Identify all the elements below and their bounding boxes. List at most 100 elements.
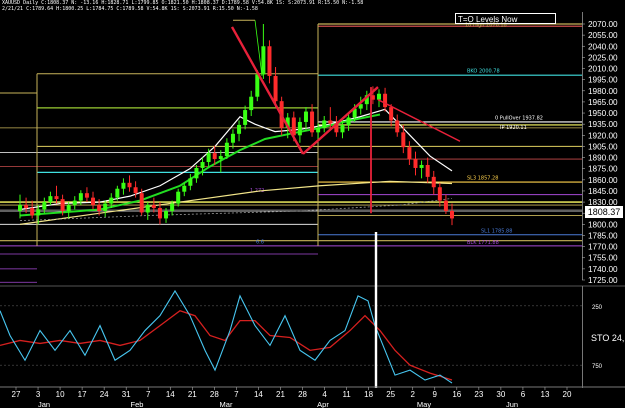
candle-body xyxy=(84,193,89,198)
candle-body xyxy=(103,203,108,211)
date-tick-label: 2 xyxy=(410,390,415,399)
date-tick-label: 30 xyxy=(496,390,505,399)
price-tick-label: 1755.00 xyxy=(588,254,618,263)
price-tick-label: 1890.00 xyxy=(588,154,618,163)
price-tick-label: 1875.00 xyxy=(588,165,618,174)
date-tick-label: 4 xyxy=(322,390,327,399)
candle-body xyxy=(322,120,327,128)
candle-body xyxy=(164,210,169,219)
candle-body xyxy=(249,96,254,111)
candle-body xyxy=(316,127,321,133)
price-tick-label: 1920.00 xyxy=(588,131,618,140)
label-sl3: SL3 1857.28 xyxy=(467,176,498,182)
label-blk: BLK 1771.88 xyxy=(467,240,499,246)
price-tick-label: 1785.00 xyxy=(588,231,618,240)
price-tick-label: 1935.00 xyxy=(588,120,618,129)
label-pivot: 0 PullOver 1937.82 xyxy=(495,115,543,121)
candle-body xyxy=(176,191,181,204)
label-ip: IP 1920.11 xyxy=(500,125,527,131)
candle-body xyxy=(431,176,436,188)
candle-body xyxy=(30,208,35,216)
date-tick-label: 7 xyxy=(146,390,151,399)
price-tick-label: 2025.00 xyxy=(588,53,618,62)
date-tick-label: 11 xyxy=(342,390,351,399)
candle-body xyxy=(243,110,248,125)
candle-body xyxy=(383,93,388,108)
candle-body xyxy=(376,93,381,100)
label-sl1: SL1 1785.88 xyxy=(481,228,512,234)
candle-body xyxy=(273,75,278,102)
candle-body xyxy=(42,202,47,210)
date-tick-label: 21 xyxy=(276,390,285,399)
month-label: Jun xyxy=(506,400,518,408)
candle-body xyxy=(157,208,162,219)
candle-body xyxy=(206,153,211,163)
price-tick-label: 2070.00 xyxy=(588,20,618,29)
price-tick-label: 1770.00 xyxy=(588,243,618,252)
candle-body xyxy=(395,120,400,133)
price-tick-label: 1845.00 xyxy=(588,187,618,196)
current-price-tag: 1808.37 xyxy=(585,206,623,218)
osc-axis-line xyxy=(582,286,583,388)
price-tick-label: 1995.00 xyxy=(588,76,618,85)
candle-body xyxy=(261,46,266,75)
date-tick-label: 16 xyxy=(452,390,461,399)
month-label: Apr xyxy=(317,400,329,408)
candle-body xyxy=(218,156,223,160)
candle-body xyxy=(170,203,175,211)
candle-body xyxy=(413,159,418,168)
candle-body xyxy=(267,46,272,76)
date-tick-label: 9 xyxy=(433,390,438,399)
date-tick-label: 14 xyxy=(166,390,175,399)
date-tick-label: 28 xyxy=(210,390,219,399)
candle-body xyxy=(443,200,448,211)
price-tick-label: 1860.00 xyxy=(588,176,618,185)
label-bko: BKO 2000.78 xyxy=(467,69,500,75)
price-tick-label: 1800.00 xyxy=(588,220,618,229)
candle-body xyxy=(151,205,156,209)
date-tick-label: 23 xyxy=(474,390,483,399)
candle-body xyxy=(303,111,308,122)
osc-tick-label: 750 xyxy=(592,364,603,370)
price-axis-line xyxy=(582,12,583,280)
date-tick-label: 14 xyxy=(254,390,263,399)
candle-body xyxy=(72,200,77,206)
candle-body xyxy=(419,164,424,168)
candle-body xyxy=(109,197,114,204)
candle-body xyxy=(115,188,120,198)
candle-body xyxy=(91,197,96,206)
candle-body xyxy=(24,205,29,209)
price-tick-label: 1725.00 xyxy=(588,276,618,285)
candle-body xyxy=(200,162,205,168)
date-tick-label: 20 xyxy=(563,390,572,399)
price-chart: 10 High 2070.18BKO 2000.780 PullOver 193… xyxy=(0,0,625,408)
date-tick-label: 13 xyxy=(541,390,550,399)
date-tick-label: 24 xyxy=(100,390,109,399)
levels-title: T=O Levels Now xyxy=(455,13,556,24)
price-axis: 2070.00 2055.00 2040.00 2025.00 2010.00 1995.… xyxy=(582,12,618,285)
date-tick-label: 27 xyxy=(12,390,21,399)
candle-body xyxy=(407,147,412,160)
candle-body xyxy=(182,185,187,192)
candle-body xyxy=(139,193,144,213)
candle-body xyxy=(425,164,430,177)
price-tick-label: 1965.00 xyxy=(588,98,618,107)
date-tick-label: 6 xyxy=(521,390,526,399)
oscillator-label: STO 24, xyxy=(591,333,625,343)
date-tick-label: 28 xyxy=(298,390,307,399)
candle-body xyxy=(194,167,199,179)
month-label: Feb xyxy=(131,400,144,408)
candle-body xyxy=(346,117,351,125)
candle-body xyxy=(450,210,454,219)
month-label: May xyxy=(417,400,431,408)
month-label: Jan xyxy=(38,400,50,408)
price-tick-label: 1980.00 xyxy=(588,87,618,96)
price-tick-label: 2040.00 xyxy=(588,42,618,51)
candle-body xyxy=(60,199,65,211)
candle-body xyxy=(188,178,193,186)
price-tick-label: 2010.00 xyxy=(588,65,618,74)
candle-body xyxy=(310,111,315,133)
candle-body xyxy=(437,187,442,201)
candle-body xyxy=(48,196,53,203)
date-tick-label: 3 xyxy=(36,390,41,399)
